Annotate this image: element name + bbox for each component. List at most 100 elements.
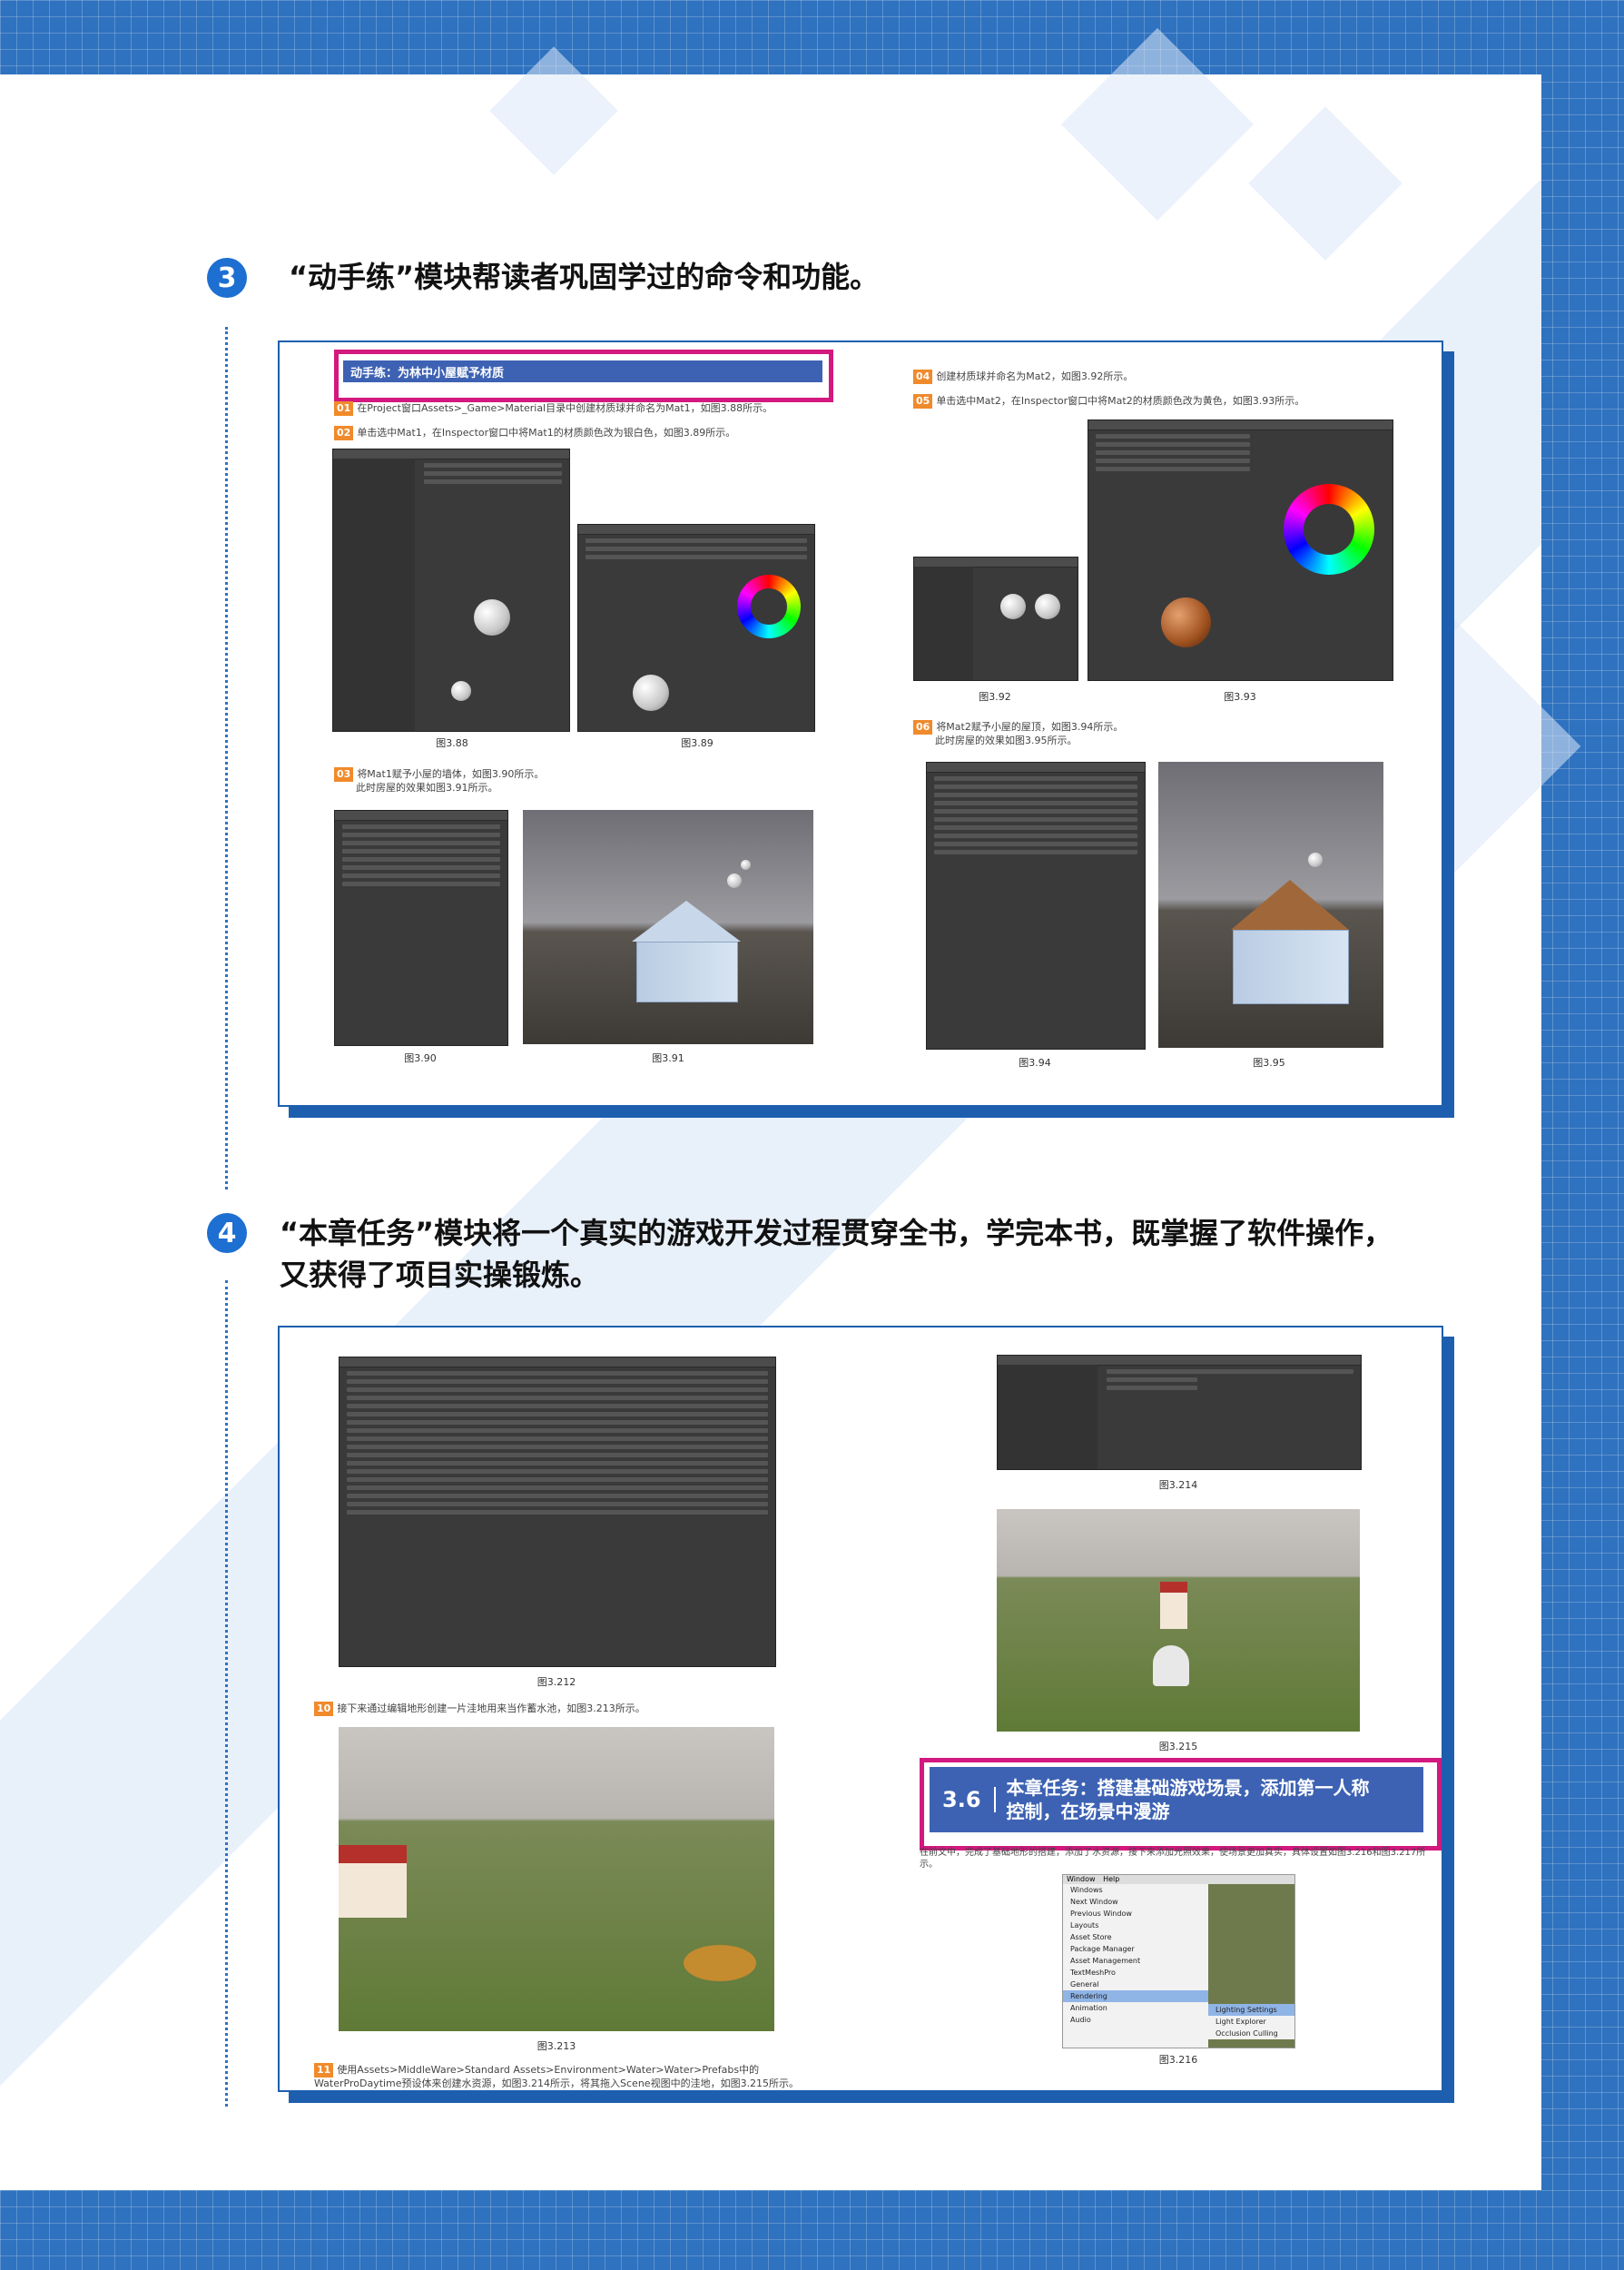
ui-row (424, 471, 562, 476)
ui-row (1096, 459, 1250, 463)
ui-row (934, 793, 1137, 797)
step-10: 10 接下来通过编辑地形创建一片洼地用来当作蓄水池，如图3.213所示。 (314, 1702, 645, 1717)
ui-row (347, 1428, 768, 1433)
ui-row (347, 1379, 768, 1384)
step-02: 02 单击选中Mat1，在Inspector窗口中将Mat1的材质颜色改为银白色，… (334, 426, 735, 441)
asset-thumbnail-sphere (451, 681, 471, 701)
menu-item-textmeshpro[interactable]: TextMeshPro (1063, 1967, 1208, 1979)
decor-diamond (489, 46, 618, 175)
ui-row (347, 1420, 768, 1425)
menu-item-package-manager[interactable]: Package Manager (1063, 1943, 1208, 1955)
step-tag: 01 (334, 401, 354, 417)
screenshot-3-215 (997, 1509, 1360, 1732)
section-4-number: 4 (207, 1213, 247, 1253)
step-text: 将Mat2赋予小屋的屋顶，如图3.94所示。 (936, 721, 1124, 733)
step-text: 单击选中Mat2，在Inspector窗口中将Mat2的材质颜色改为黄色，如图3… (936, 395, 1305, 407)
menu-item-layouts[interactable]: Layouts (1063, 1920, 1208, 1931)
submenu-lighting-settings[interactable]: Lighting Settings (1208, 2004, 1294, 2016)
menu-item-asset-store[interactable]: Asset Store (1063, 1931, 1208, 1943)
menu-item-windows[interactable]: Windows (1063, 1884, 1208, 1896)
ui-row (424, 479, 562, 484)
ui-row (1096, 434, 1250, 439)
ui-row (1107, 1369, 1353, 1374)
caption-3-216: 图3.216 (1158, 2054, 1198, 2066)
menu-item-animation[interactable]: Animation (1063, 2002, 1208, 2014)
ui-row (347, 1461, 768, 1466)
house-wall (1233, 930, 1349, 1004)
rendering-submenu: Lighting Settings Light Explorer Occlusi… (1208, 2004, 1294, 2039)
menu-item-rendering[interactable]: Rendering (1063, 1990, 1208, 2002)
house-model (1160, 1582, 1187, 1629)
material-preview-sphere (1161, 597, 1211, 647)
screenshot-3-95 (1158, 762, 1383, 1048)
practice-banner: 动手练：为林中小屋赋予材质 (343, 360, 822, 382)
step-tag: 02 (334, 426, 354, 441)
screenshot-3-214 (997, 1355, 1362, 1470)
caption-3-95: 图3.95 (1253, 1057, 1285, 1069)
caption-3-94: 图3.94 (1019, 1057, 1051, 1069)
ui-row (347, 1453, 768, 1457)
screenshot-3-92 (913, 557, 1078, 681)
ui-toolbar (578, 525, 814, 535)
ui-row (424, 463, 562, 468)
menu-item-audio[interactable]: Audio (1063, 2014, 1208, 2026)
ui-row (1107, 1386, 1197, 1390)
step-text: 创建材质球并命名为Mat2，如图3.92所示。 (936, 370, 1134, 382)
menu-window[interactable]: Window (1067, 1875, 1096, 1883)
screenshot-3-216: Window Help Windows Next Window Previous… (1062, 1874, 1295, 2048)
step-tag: 03 (334, 767, 354, 783)
project-tree (998, 1365, 1097, 1469)
step-text: 在Project窗口Assets>_Game>Material目录中创建材质球并… (357, 402, 773, 414)
ui-row (342, 873, 500, 878)
menu-item-next-window[interactable]: Next Window (1063, 1896, 1208, 1908)
step-text: 使用Assets>MiddleWare>Standard Assets>Envi… (337, 2064, 760, 2076)
screenshot-3-89 (577, 524, 815, 732)
step-03: 03 将Mat1赋予小屋的墙体，如图3.90所示。 此时房屋的效果如图3.91所示。 (334, 767, 544, 795)
section-4-heading: “本章任务”模块将一个真实的游戏开发过程贯穿全书，学完本书，既掌握了软件操作， … (280, 1212, 1496, 1297)
caption-3-91: 图3.91 (652, 1052, 684, 1064)
ui-row (934, 817, 1137, 822)
ui-row (347, 1436, 768, 1441)
menu-help[interactable]: Help (1103, 1875, 1119, 1883)
ui-row (347, 1469, 768, 1474)
screenshot-3-88 (332, 449, 570, 732)
screenshot-3-90 (334, 810, 508, 1046)
ui-toolbar (927, 763, 1145, 773)
task-number: 3.6 (930, 1787, 996, 1812)
caption-3-88: 图3.88 (436, 737, 468, 749)
ui-row (342, 865, 500, 870)
color-wheel (1284, 484, 1374, 575)
mat1-thumbnail (1000, 594, 1026, 619)
ui-row (347, 1445, 768, 1449)
menu-item-asset-management[interactable]: Asset Management (1063, 1955, 1208, 1967)
task-description: 在前文中，完成了基础地形的搭建，添加了水资源，接下来添加光照效果，使场景更加真实… (920, 1848, 1426, 1870)
step-05: 05 单击选中Mat2，在Inspector窗口中将Mat2的材质颜色改为黄色，如… (913, 394, 1305, 410)
menu-item-previous-window[interactable]: Previous Window (1063, 1908, 1208, 1920)
house-roof (632, 901, 741, 942)
task-title-line1: 本章任务：搭建基础游戏场景，添加第一人称 (1006, 1777, 1370, 1799)
step-tag: 11 (314, 2063, 334, 2078)
section-3-number: 3 (207, 258, 247, 298)
house-model (339, 1845, 407, 1918)
house-wall (636, 942, 738, 1002)
ui-row (934, 801, 1137, 805)
caption-3-89: 图3.89 (681, 737, 714, 749)
caption-3-92: 图3.92 (979, 691, 1011, 703)
material-preview-sphere (474, 599, 510, 636)
submenu-occlusion-culling[interactable]: Occlusion Culling (1208, 2028, 1294, 2039)
project-tree (914, 567, 973, 680)
example-panel-4: 图3.212 10 接下来通过编辑地形创建一片洼地用来当作蓄水池，如图3.213所… (278, 1326, 1443, 2092)
step-04: 04 创建材质球并命名为Mat2，如图3.92所示。 (913, 370, 1134, 385)
menu-item-general[interactable]: General (1063, 1979, 1208, 1990)
ui-row (934, 809, 1137, 814)
step-tag: 10 (314, 1702, 334, 1717)
ui-row (342, 857, 500, 862)
screenshot-3-213 (339, 1727, 774, 2031)
task-banner: 3.6 本章任务：搭建基础游戏场景，添加第一人称 控制，在场景中漫游 (930, 1767, 1423, 1832)
caption-3-215: 图3.215 (1158, 1741, 1198, 1752)
ui-row (347, 1412, 768, 1416)
section-3-heading: “动手练”模块帮读者巩固学过的命令和功能。 (289, 260, 880, 294)
ui-row (342, 849, 500, 854)
window-menu: Windows Next Window Previous Window Layo… (1063, 1884, 1208, 2026)
submenu-light-explorer[interactable]: Light Explorer (1208, 2016, 1294, 2028)
